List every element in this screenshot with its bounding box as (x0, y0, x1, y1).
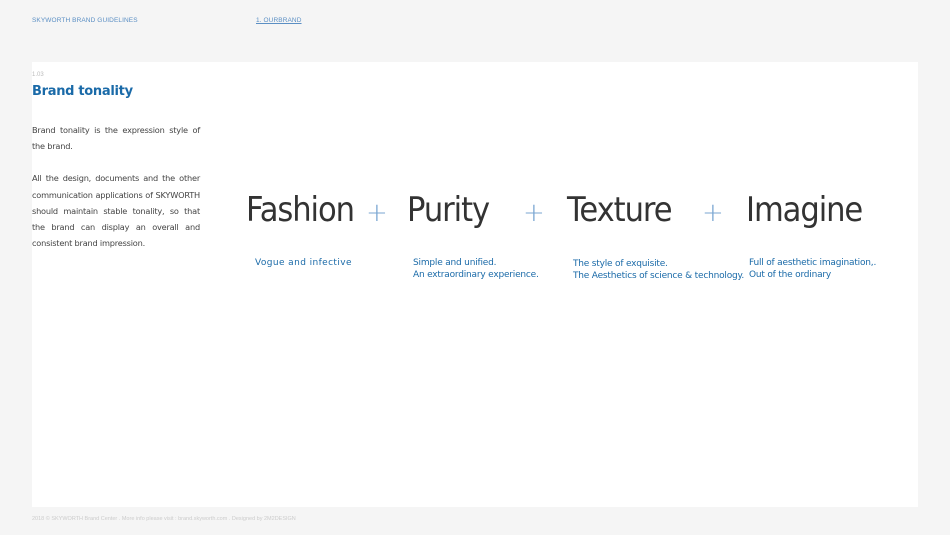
tonality-desc-purity: Simple and unified. An extraordinary exp… (413, 257, 539, 281)
desc-line: Out of the ordinary (749, 270, 832, 280)
plus-icon: + (523, 198, 545, 228)
paragraph: Brand tonality is the expression style o… (32, 125, 200, 152)
desc-line: Vogue and infective (255, 258, 352, 268)
plus-icon: + (366, 198, 388, 228)
guidelines-title: SKYWORTH BRAND GUIDELINES (32, 17, 138, 24)
plus-icon: + (702, 198, 724, 228)
section-link[interactable]: 1. OURBRAND (256, 17, 302, 24)
desc-line: Simple and unified. (413, 258, 497, 268)
page-title: Brand tonality (32, 84, 133, 99)
desc-line: The Aesthetics of science & technology. (573, 271, 745, 281)
footer: 2018 © SKYWORTH Brand Center . More info… (32, 516, 296, 522)
tonality-desc-fashion: Vogue and infective (255, 257, 352, 269)
tonality-desc-texture: The style of exquisite. The Aesthetics o… (573, 258, 744, 282)
page-number: 1.03 (32, 72, 44, 78)
desc-line: An extraordinary experience. (413, 270, 539, 280)
description: Brand tonality is the expression style o… (32, 122, 200, 267)
paragraph: All the design, documents and the other … (32, 173, 200, 249)
tonality-word-texture: Texture (567, 190, 673, 230)
tonality-desc-imagine: Full of aesthetic imagination,. Out of t… (749, 257, 876, 281)
desc-line: The style of exquisite. (573, 259, 668, 269)
tonality-word-imagine: Imagine (746, 190, 863, 230)
content-panel: 1.03 Brand tonality Brand tonality is th… (32, 62, 918, 507)
tonality-word-purity: Purity (407, 190, 490, 230)
desc-line: Full of aesthetic imagination,. (749, 258, 877, 268)
tonality-word-fashion: Fashion (246, 190, 355, 230)
